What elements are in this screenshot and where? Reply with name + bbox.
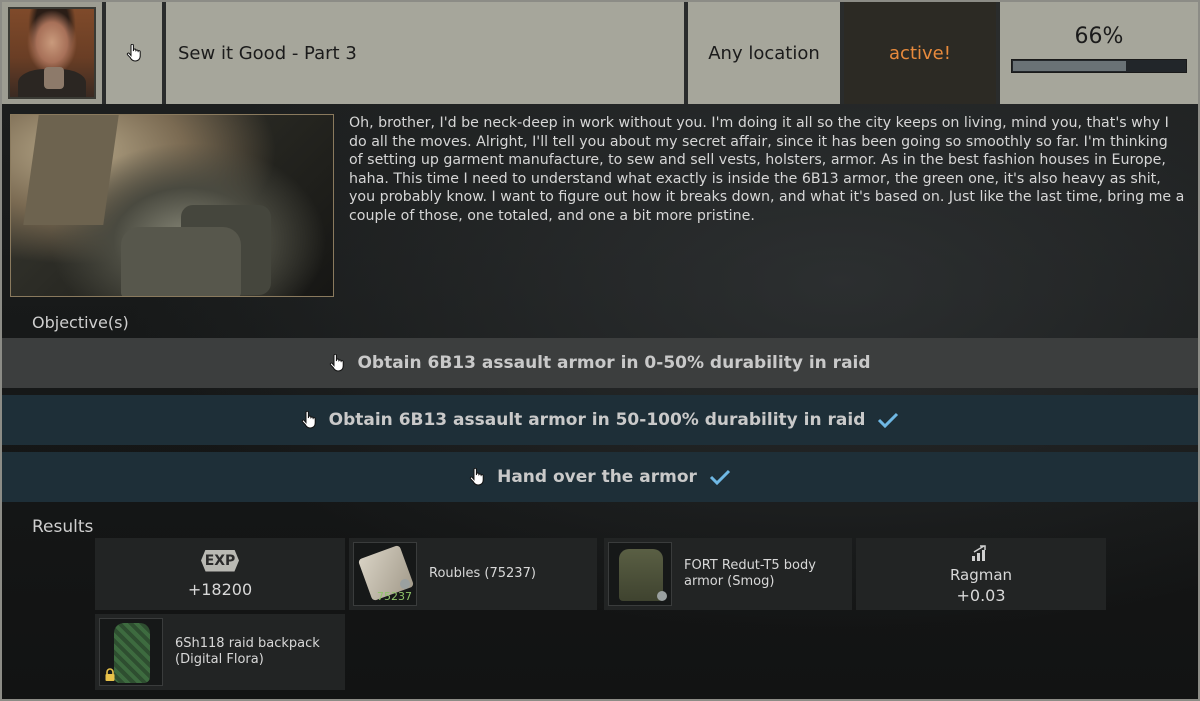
hand-pointer-icon [469,468,484,486]
trader-avatar[interactable] [8,7,96,99]
quest-title: Sew it Good - Part 3 [166,2,684,104]
objective-row[interactable]: Hand over the armor [2,452,1198,502]
quest-header: Sew it Good - Part 3 Any location active… [2,2,1198,104]
objective-label: Obtain 6B13 assault armor in 50-100% dur… [328,410,866,430]
objective-label: Hand over the armor [497,467,697,487]
reputation-up-icon [972,544,986,561]
quest-location: Any location [688,2,840,104]
progress-bar [1011,59,1187,73]
reputation-trader: Ragman [949,565,1013,584]
reward-backpack[interactable]: 6Sh118 raid backpack (Digital Flora) [95,614,345,690]
checkmark-icon [709,469,730,485]
checkmark-icon [878,412,899,428]
exp-icon: EXP [201,549,239,572]
reward-exp: EXP +18200 [95,538,345,610]
roubles-item-icon: 75237 [353,542,417,606]
exp-value: +18200 [187,579,253,599]
roubles-label: Roubles (75237) [429,566,536,581]
progress-fill [1013,61,1126,71]
reward-reputation: Ragman +0.03 [856,538,1106,610]
armor-item-icon [608,542,672,606]
hand-pointer-icon [330,354,345,372]
armor-label: FORT Redut-T5 body armor (Smog) [684,558,816,589]
objective-row[interactable]: Obtain 6B13 assault armor in 0-50% durab… [2,338,1198,388]
lock-icon [105,668,115,681]
reward-roubles[interactable]: 75237 Roubles (75237) [349,538,597,610]
quest-description: Oh, brother, I'd be neck-deep in work wi… [349,115,1185,224]
quest-image [10,114,334,297]
objective-label: Obtain 6B13 assault armor in 0-50% durab… [357,353,871,373]
quest-progress: 66% [1000,2,1198,104]
reward-armor[interactable]: FORT Redut-T5 body armor (Smog) [604,538,852,610]
roubles-quantity: 75237 [377,590,412,603]
quest-hand-cell[interactable] [106,2,162,104]
progress-percent: 66% [1074,24,1124,49]
quest-status: active! [844,2,996,104]
results-heading: Results [32,517,94,537]
reputation-value: +0.03 [956,585,1006,605]
objective-row[interactable]: Obtain 6B13 assault armor in 50-100% dur… [2,395,1198,445]
backpack-item-icon [99,618,163,686]
hand-pointer-icon [301,411,316,429]
backpack-label: 6Sh118 raid backpack (Digital Flora) [175,636,320,667]
objectives-heading: Objective(s) [32,313,129,332]
trader-avatar-cell [2,2,102,104]
hand-pointer-icon [126,44,141,62]
